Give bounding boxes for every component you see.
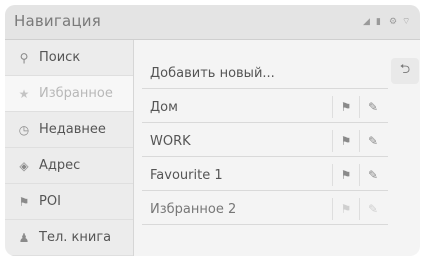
sidebar-item-recent[interactable]: ◷ Недавнее: [5, 112, 133, 148]
favorite-row[interactable]: Favourite 1 ⚑ ✎: [142, 160, 388, 191]
add-new-label: Добавить новый...: [150, 65, 275, 81]
back-button[interactable]: ⮌: [391, 58, 419, 84]
poi-icon: ⚑: [18, 194, 30, 209]
wifi-icon: ⌔: [402, 17, 411, 27]
favorite-actions: ⚑ ✎: [332, 92, 386, 122]
favorite-actions: ⚑ ✎: [332, 126, 386, 156]
edit-button[interactable]: ✎: [359, 96, 386, 118]
sidebar-item-label: Недавнее: [39, 122, 106, 137]
sidebar-item-label: Избранное: [39, 86, 113, 101]
favorite-label: WORK: [150, 133, 191, 149]
set-destination-button[interactable]: ⚑: [332, 198, 359, 220]
set-destination-button[interactable]: ⚑: [332, 130, 359, 152]
set-destination-button[interactable]: ⚑: [332, 164, 359, 186]
sidebar-item-search[interactable]: ⚲ Поиск: [5, 40, 133, 76]
signal-icon: ◢: [363, 17, 370, 27]
edit-button[interactable]: ✎: [359, 164, 386, 186]
settings-icon: ⚙: [389, 17, 398, 27]
sidebar-item-favorites[interactable]: ★ Избранное: [5, 76, 133, 112]
flag-icon: ⚑: [340, 100, 352, 114]
contact-icon: ♟: [18, 230, 30, 245]
favorite-actions: ⚑ ✎: [332, 194, 386, 224]
favorite-label: Favourite 1: [150, 167, 223, 183]
pencil-icon: ✎: [367, 100, 379, 114]
favorite-row[interactable]: Дом ⚑ ✎: [142, 92, 388, 123]
favorite-label: Избранное 2: [150, 201, 237, 217]
add-new-button[interactable]: Добавить новый...: [142, 58, 388, 89]
clock-icon: ◷: [18, 122, 30, 137]
sidebar-item-poi[interactable]: ⚑ POI: [5, 184, 133, 220]
sidebar-item-address[interactable]: ◈ Адрес: [5, 148, 133, 184]
favorite-row[interactable]: Избранное 2 ⚑ ✎: [142, 194, 388, 225]
sidebar-item-label: Тел. книга: [39, 230, 112, 245]
pencil-icon: ✎: [367, 168, 379, 182]
sidebar-item-label: Адрес: [39, 158, 81, 173]
pencil-icon: ✎: [367, 202, 379, 216]
sidebar-item-label: Поиск: [39, 50, 81, 65]
flag-icon: ⚑: [340, 134, 352, 148]
page-title: Навигация: [14, 12, 101, 30]
pencil-icon: ✎: [367, 134, 379, 148]
status-icons: ◢ ▮ ⚙ ⌔: [363, 17, 411, 27]
edit-button[interactable]: ✎: [359, 130, 386, 152]
sidebar-item-phonebook[interactable]: ♟ Тел. книга: [5, 220, 133, 256]
search-icon: ⚲: [19, 50, 29, 65]
sidebar: ⚲ Поиск ★ Избранное ◷ Недавнее ◈ Адрес ⚑…: [5, 40, 134, 256]
set-destination-button[interactable]: ⚑: [332, 96, 359, 118]
flag-icon: ⚑: [340, 202, 352, 216]
address-icon: ◈: [19, 158, 29, 173]
favorite-row[interactable]: WORK ⚑ ✎: [142, 126, 388, 157]
sidebar-item-label: POI: [39, 194, 61, 209]
titlebar: Навигация ◢ ▮ ⚙ ⌔: [5, 5, 420, 40]
favorite-label: Дом: [150, 99, 178, 115]
navigation-screen: Навигация ◢ ▮ ⚙ ⌔ ⚲ Поиск ★ Избранное ◷ …: [5, 5, 420, 256]
flag-icon: ⚑: [340, 168, 352, 182]
battery-icon: ▮: [376, 17, 381, 27]
edit-button[interactable]: ✎: [359, 198, 386, 220]
back-icon: ⮌: [399, 62, 411, 77]
favorites-list: Добавить новый... ⮌ Дом ⚑ ✎ WORK ⚑ ✎ Fav…: [134, 40, 420, 256]
star-icon: ★: [18, 86, 30, 101]
favorite-actions: ⚑ ✎: [332, 160, 386, 190]
